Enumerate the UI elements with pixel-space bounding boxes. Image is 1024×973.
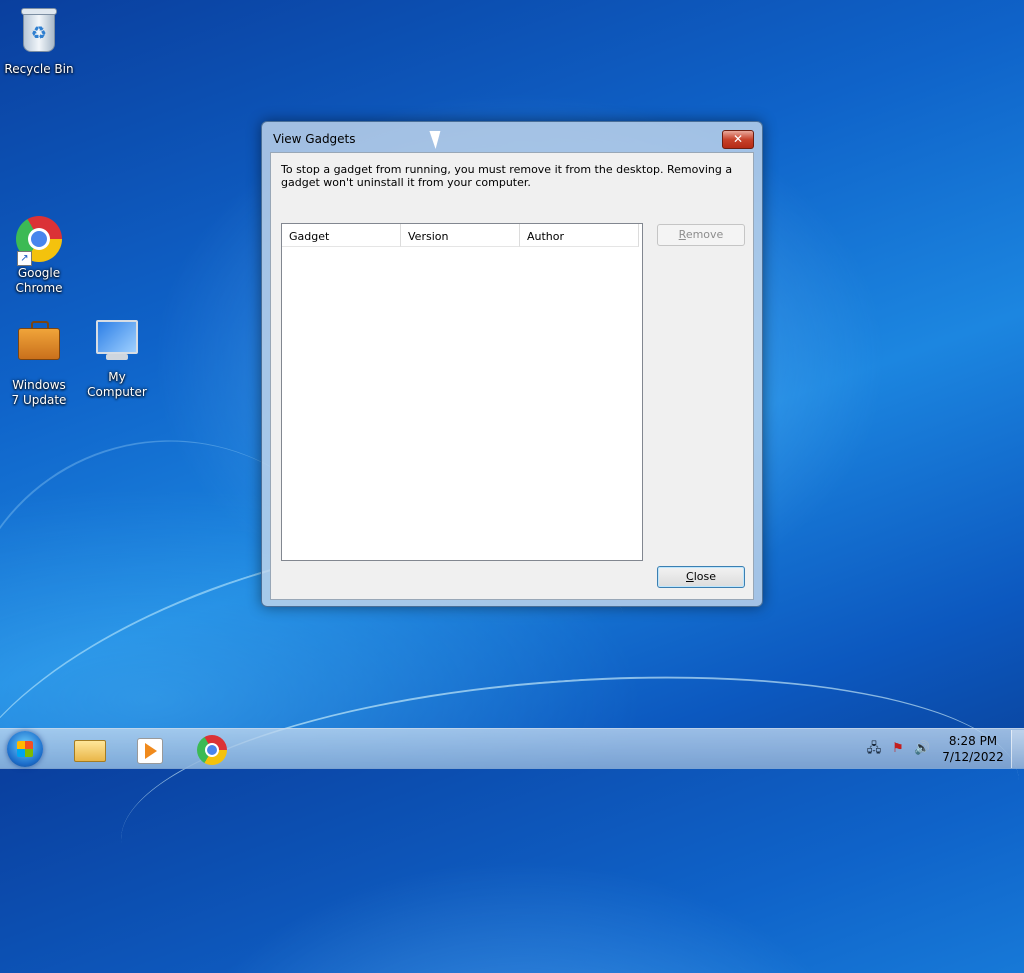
dialog-client-area: To stop a gadget from running, you must …: [270, 152, 754, 600]
close-icon: ✕: [732, 132, 744, 146]
remove-button[interactable]: Remove: [657, 224, 745, 246]
close-button[interactable]: Close: [657, 566, 745, 588]
shortcut-arrow-icon: ↗: [17, 251, 32, 266]
taskbar-explorer-button[interactable]: [66, 732, 110, 766]
recycle-bin-icon: [21, 8, 57, 52]
taskbar: 🖧 ⚑ 🔊 8:28 PM 7/12/2022: [0, 728, 1024, 769]
column-header-version[interactable]: Version: [401, 224, 520, 247]
column-header-author[interactable]: Author: [520, 224, 639, 247]
taskbar-media-player-button[interactable]: [128, 732, 172, 766]
desktop-icon-label: My Computer: [87, 370, 147, 399]
windows-logo-icon: [17, 741, 33, 757]
column-header-gadget[interactable]: Gadget: [282, 224, 401, 247]
show-desktop-button[interactable]: [1011, 730, 1024, 768]
desktop-icon-my-computer[interactable]: My Computer: [78, 316, 156, 400]
volume-icon[interactable]: 🔊: [914, 741, 930, 757]
network-icon[interactable]: 🖧: [866, 741, 882, 757]
dialog-description: To stop a gadget from running, you must …: [281, 163, 733, 189]
remove-mnemonic: R: [678, 228, 686, 241]
clock-time: 8:28 PM: [948, 734, 998, 748]
view-gadgets-window: View Gadgets ✕ To stop a gadget from run…: [261, 121, 763, 607]
folder-icon: [74, 740, 106, 762]
window-title: View Gadgets: [273, 132, 356, 146]
desktop-icon-recycle-bin[interactable]: Recycle Bin: [0, 8, 78, 77]
taskbar-clock[interactable]: 8:28 PM 7/12/2022: [930, 733, 1016, 765]
close-label: lose: [693, 570, 716, 583]
remove-label: emove: [685, 228, 724, 241]
media-player-icon: [137, 738, 163, 764]
chrome-icon: [197, 735, 227, 765]
taskbar-chrome-button[interactable]: [190, 732, 234, 766]
start-button[interactable]: [7, 731, 43, 767]
close-mnemonic: C: [686, 570, 694, 583]
computer-icon: [96, 320, 138, 360]
gadget-list[interactable]: Gadget Version Author: [281, 223, 643, 561]
desktop-icon-windows-7-update[interactable]: Windows 7 Update: [0, 316, 78, 408]
window-close-button[interactable]: ✕: [722, 130, 754, 149]
desktop-icon-label: Google Chrome: [15, 266, 63, 295]
wallpaper-streak: [111, 648, 1024, 973]
briefcase-icon: [18, 321, 60, 360]
action-center-flag-icon[interactable]: ⚑: [890, 741, 906, 757]
desktop-icon-label: Windows 7 Update: [11, 378, 67, 407]
desktop-icon-google-chrome[interactable]: ↗ Google Chrome: [0, 216, 78, 296]
clock-date: 7/12/2022: [942, 750, 1004, 764]
desktop-icon-label: Recycle Bin: [4, 62, 74, 76]
